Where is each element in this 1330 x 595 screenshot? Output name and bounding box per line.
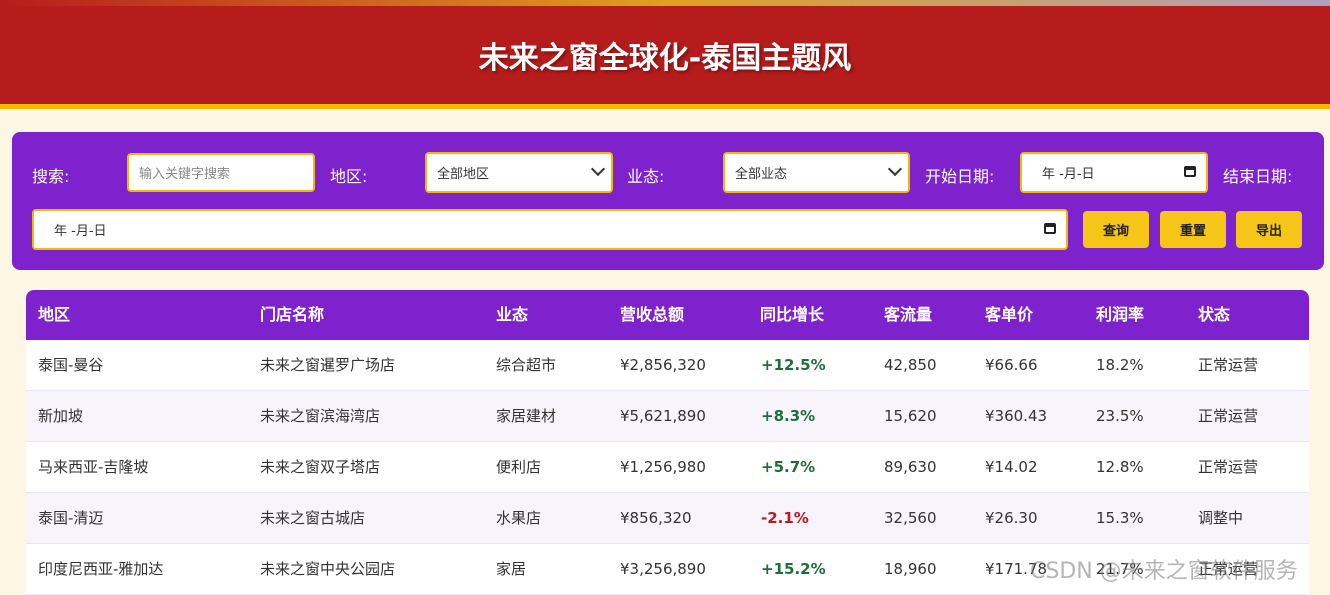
- cell-avg-price: ¥360.43: [985, 407, 1048, 425]
- cell-region: 马来西亚-吉隆坡: [38, 458, 149, 476]
- column-header[interactable]: 门店名称: [260, 290, 324, 340]
- cell-growth: +12.5%: [761, 356, 826, 374]
- query-button[interactable]: 查询: [1083, 211, 1149, 248]
- column-header[interactable]: 利润率: [1096, 290, 1144, 340]
- cell-margin: 12.8%: [1096, 458, 1144, 476]
- cell-avg-price: ¥14.02: [985, 458, 1038, 476]
- cell-status: 正常运营: [1198, 407, 1259, 425]
- calendar-icon[interactable]: [1044, 223, 1056, 234]
- filter-panel: 搜索: 输入关键字搜索 地区: 全部地区 业态: 全部业态 开始日期: 年 -月…: [12, 132, 1324, 270]
- cell-margin: 18.2%: [1096, 356, 1144, 374]
- cell-status: 正常运营: [1198, 458, 1259, 476]
- cell-format: 家居建材: [496, 407, 557, 425]
- column-header[interactable]: 业态: [496, 290, 528, 340]
- chevron-down-icon: [887, 161, 903, 177]
- cell-revenue: ¥1,256,980: [620, 458, 706, 476]
- cell-traffic: 42,850: [884, 356, 937, 374]
- cell-revenue: ¥2,856,320: [620, 356, 706, 374]
- cell-store: 未来之窗双子塔店: [260, 458, 381, 476]
- cell-traffic: 89,630: [884, 458, 937, 476]
- cell-region: 印度尼西亚-雅加达: [38, 560, 164, 578]
- table-row[interactable]: 泰国-清迈 未来之窗古城店 水果店 ¥856,320 -2.1% 32,560 …: [26, 493, 1309, 544]
- cell-growth: +8.3%: [761, 407, 816, 425]
- cell-format: 家居: [496, 560, 527, 578]
- column-header[interactable]: 营收总额: [620, 290, 684, 340]
- cell-status: 正常运营: [1198, 356, 1259, 374]
- cell-margin: 15.3%: [1096, 509, 1144, 527]
- cell-avg-price: ¥66.66: [985, 356, 1038, 374]
- reset-button[interactable]: 重置: [1160, 211, 1226, 248]
- table-row[interactable]: 泰国-曼谷 未来之窗暹罗广场店 综合超市 ¥2,856,320 +12.5% 4…: [26, 340, 1309, 391]
- cell-growth: +15.2%: [761, 560, 826, 578]
- table-row[interactable]: 马来西亚-吉隆坡 未来之窗双子塔店 便利店 ¥1,256,980 +5.7% 8…: [26, 442, 1309, 493]
- cell-growth: -2.1%: [761, 509, 809, 527]
- cell-traffic: 15,620: [884, 407, 937, 425]
- cell-store: 未来之窗暹罗广场店: [260, 356, 396, 374]
- table-header: 地区 门店名称 业态 营收总额 同比增长 客流量 客单价 利润率 状态: [26, 290, 1309, 340]
- cell-margin: 23.5%: [1096, 407, 1144, 425]
- column-header[interactable]: 同比增长: [760, 290, 824, 340]
- cell-traffic: 18,960: [884, 560, 937, 578]
- cell-store: 未来之窗中央公园店: [260, 560, 396, 578]
- region-selected-value: 全部地区: [437, 167, 490, 182]
- page-title: 未来之窗全球化-泰国主题风: [478, 41, 852, 76]
- cell-revenue: ¥3,256,890: [620, 560, 706, 578]
- start-date-value: 年 -月-日: [1042, 167, 1095, 182]
- search-placeholder: 输入关键字搜索: [139, 167, 231, 182]
- region-label: 地区:: [330, 167, 368, 186]
- start-date-label: 开始日期:: [925, 167, 995, 186]
- cell-region: 泰国-曼谷: [38, 356, 104, 374]
- region-select[interactable]: 全部地区: [425, 152, 613, 193]
- cell-format: 水果店: [496, 509, 542, 527]
- cell-revenue: ¥5,621,890: [620, 407, 706, 425]
- format-selected-value: 全部业态: [735, 167, 788, 182]
- watermark: CSDN @未来之窗软件服务: [1030, 559, 1298, 584]
- export-button[interactable]: 导出: [1236, 211, 1302, 248]
- end-date-value: 年 -月-日: [54, 224, 107, 239]
- cell-region: 新加坡: [38, 407, 84, 425]
- column-header[interactable]: 客流量: [884, 290, 932, 340]
- end-date-label: 结束日期:: [1223, 167, 1293, 186]
- cell-avg-price: ¥26.30: [985, 509, 1038, 527]
- store-table: 地区 门店名称 业态 营收总额 同比增长 客流量 客单价 利润率 状态 泰国-曼…: [26, 290, 1309, 595]
- cell-region: 泰国-清迈: [38, 509, 104, 527]
- table-row[interactable]: 新加坡 未来之窗滨海湾店 家居建材 ¥5,621,890 +8.3% 15,62…: [26, 391, 1309, 442]
- calendar-icon[interactable]: [1184, 166, 1196, 177]
- cell-store: 未来之窗滨海湾店: [260, 407, 381, 425]
- cell-growth: +5.7%: [761, 458, 816, 476]
- page-header: 未来之窗全球化-泰国主题风: [0, 6, 1330, 109]
- search-input[interactable]: 输入关键字搜索: [127, 153, 315, 192]
- cell-format: 便利店: [496, 458, 542, 476]
- start-date-input[interactable]: 年 -月-日: [1020, 152, 1208, 193]
- end-date-input[interactable]: 年 -月-日: [32, 209, 1068, 250]
- column-header[interactable]: 客单价: [985, 290, 1033, 340]
- cell-store: 未来之窗古城店: [260, 509, 366, 527]
- format-label: 业态:: [627, 167, 665, 186]
- cell-format: 综合超市: [496, 356, 557, 374]
- search-label: 搜索:: [32, 167, 70, 186]
- cell-status: 调整中: [1198, 509, 1244, 527]
- format-select[interactable]: 全部业态: [723, 152, 910, 193]
- column-header[interactable]: 状态: [1198, 290, 1230, 340]
- chevron-down-icon: [590, 161, 606, 177]
- column-header[interactable]: 地区: [38, 290, 70, 340]
- cell-traffic: 32,560: [884, 509, 937, 527]
- cell-revenue: ¥856,320: [620, 509, 692, 527]
